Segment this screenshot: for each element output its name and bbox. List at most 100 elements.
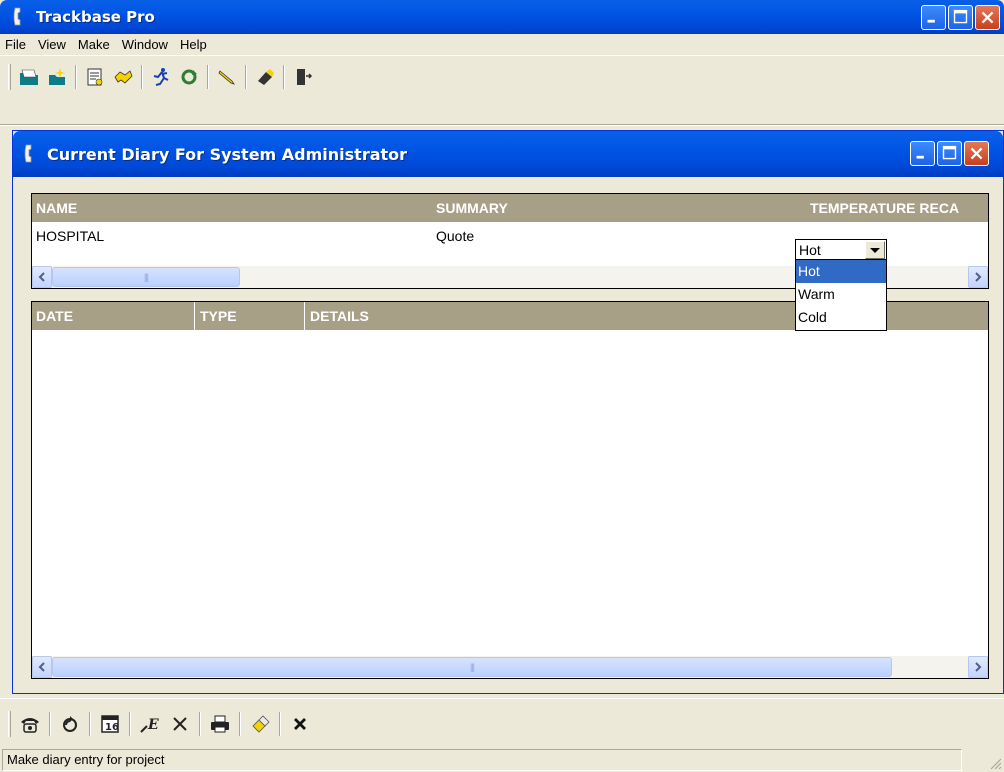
phone-handset-icon xyxy=(13,7,21,26)
toolbar-separator xyxy=(141,65,143,89)
eraser-button[interactable] xyxy=(251,63,279,91)
temperature-combobox-value: Hot xyxy=(799,242,821,258)
close-icon xyxy=(970,147,983,160)
toolbar-separator xyxy=(199,712,201,736)
eraser-icon xyxy=(258,69,274,85)
toolbar-separator xyxy=(239,712,241,736)
diary-window: Current Diary For System Administrator N… xyxy=(12,130,1004,694)
temperature-combobox[interactable]: Hot xyxy=(795,239,887,261)
toolbar-separator xyxy=(49,712,51,736)
handshake-icon xyxy=(114,70,133,84)
contacts-button[interactable] xyxy=(15,63,43,91)
menu-file[interactable]: File xyxy=(0,37,32,52)
new-project-button[interactable] xyxy=(43,63,71,91)
eraser-button[interactable] xyxy=(245,709,275,739)
close-icon xyxy=(981,11,994,24)
scroll-thumb[interactable]: ||| xyxy=(52,267,240,287)
calendar-button[interactable]: 16 xyxy=(95,709,125,739)
print-button[interactable] xyxy=(205,709,235,739)
column-header-type[interactable]: TYPE xyxy=(196,302,237,330)
door-exit-icon xyxy=(297,69,313,85)
toolbar-separator xyxy=(245,65,247,89)
svg-text:16: 16 xyxy=(105,722,119,733)
resize-grip-icon[interactable] xyxy=(988,756,1002,770)
temperature-dropdown-list: Hot Warm Cold xyxy=(795,259,887,331)
x-bold-icon xyxy=(294,718,306,730)
menu-bar: File View Make Window Help xyxy=(0,34,1004,56)
diary-close-button[interactable] xyxy=(964,141,989,166)
toolbar-grip[interactable] xyxy=(8,711,11,737)
status-bar: Make diary entry for project xyxy=(0,748,1004,772)
toolbar-separator xyxy=(75,65,77,89)
menu-help[interactable]: Help xyxy=(174,37,213,52)
toolbar-grip[interactable] xyxy=(8,64,11,90)
phone-handset-icon xyxy=(24,144,32,163)
pen-button[interactable] xyxy=(213,63,241,91)
notepad-icon xyxy=(87,68,103,86)
diary-grid-hscrollbar[interactable]: ||| xyxy=(32,656,988,678)
scroll-right-button[interactable] xyxy=(968,656,988,678)
close-button[interactable] xyxy=(975,5,1000,30)
chevron-down-icon xyxy=(870,248,880,253)
telephone-icon xyxy=(21,718,39,733)
dropdown-option-warm[interactable]: Warm xyxy=(796,283,886,306)
cell-project-name[interactable]: HOSPITAL xyxy=(36,228,104,244)
column-divider[interactable] xyxy=(304,302,305,330)
diary-toolbar: 16 E xyxy=(0,698,1004,746)
column-header-details[interactable]: DETAILS xyxy=(306,302,369,330)
menu-make[interactable]: Make xyxy=(72,37,116,52)
handshake-button[interactable] xyxy=(109,63,137,91)
calendar-icon: 16 xyxy=(101,715,119,733)
svg-text:E: E xyxy=(147,717,159,733)
running-man-icon xyxy=(153,68,169,86)
status-text: Make diary entry for project xyxy=(2,749,962,771)
scroll-thumb[interactable]: ||| xyxy=(52,657,892,677)
run-button[interactable] xyxy=(147,63,175,91)
recycle-button[interactable] xyxy=(55,709,85,739)
column-header-temperature[interactable]: TEMPERATURE RECA xyxy=(806,194,959,222)
refresh-arrows-icon xyxy=(181,69,197,85)
cell-project-summary[interactable]: Quote xyxy=(436,228,474,244)
notes-button[interactable] xyxy=(81,63,109,91)
dropdown-option-cold[interactable]: Cold xyxy=(796,306,886,329)
minimize-icon xyxy=(916,155,924,159)
delete-button[interactable] xyxy=(165,709,195,739)
edit-pen-icon: E xyxy=(140,717,159,733)
eraser-icon xyxy=(252,715,270,733)
column-header-date[interactable]: DATE xyxy=(32,302,73,330)
app-titlebar[interactable]: Trackbase Pro xyxy=(0,0,1004,34)
maximize-button[interactable] xyxy=(948,5,973,30)
toolbar-separator xyxy=(283,65,285,89)
minimize-icon xyxy=(927,19,935,23)
minimize-button[interactable] xyxy=(921,5,946,30)
column-divider[interactable] xyxy=(194,302,195,330)
diary-minimize-button[interactable] xyxy=(910,141,935,166)
menu-window[interactable]: Window xyxy=(116,37,174,52)
diary-window-titlebar[interactable]: Current Diary For System Administrator xyxy=(13,131,1003,177)
scroll-left-button[interactable] xyxy=(32,266,52,288)
project-grid-header: NAME SUMMARY TEMPERATURE RECA xyxy=(32,194,988,222)
scroll-left-button[interactable] xyxy=(32,656,52,678)
folder-teal-icon xyxy=(20,69,38,85)
chevron-left-icon xyxy=(38,272,45,282)
close-entry-button[interactable] xyxy=(285,709,315,739)
chevron-left-icon xyxy=(38,662,45,672)
edit-button[interactable]: E xyxy=(135,709,165,739)
dropdown-option-hot[interactable]: Hot xyxy=(796,260,886,283)
combobox-dropdown-button[interactable] xyxy=(865,241,885,259)
folder-sparkle-icon xyxy=(49,68,65,85)
refresh-button[interactable] xyxy=(175,63,203,91)
diary-window-title: Current Diary For System Administrator xyxy=(47,144,408,164)
column-header-name[interactable]: NAME xyxy=(32,194,77,222)
diary-grid[interactable]: DATE TYPE DETAILS ||| xyxy=(31,301,989,679)
maximize-icon xyxy=(953,9,968,24)
pen-icon xyxy=(218,70,235,85)
diary-maximize-button[interactable] xyxy=(937,141,962,166)
column-header-summary[interactable]: SUMMARY xyxy=(432,194,508,222)
exit-button[interactable] xyxy=(289,63,317,91)
maximize-icon xyxy=(942,145,957,160)
menu-view[interactable]: View xyxy=(32,37,72,52)
toolbar-separator xyxy=(89,712,91,736)
phone-button[interactable] xyxy=(15,709,45,739)
scroll-right-button[interactable] xyxy=(968,266,988,288)
